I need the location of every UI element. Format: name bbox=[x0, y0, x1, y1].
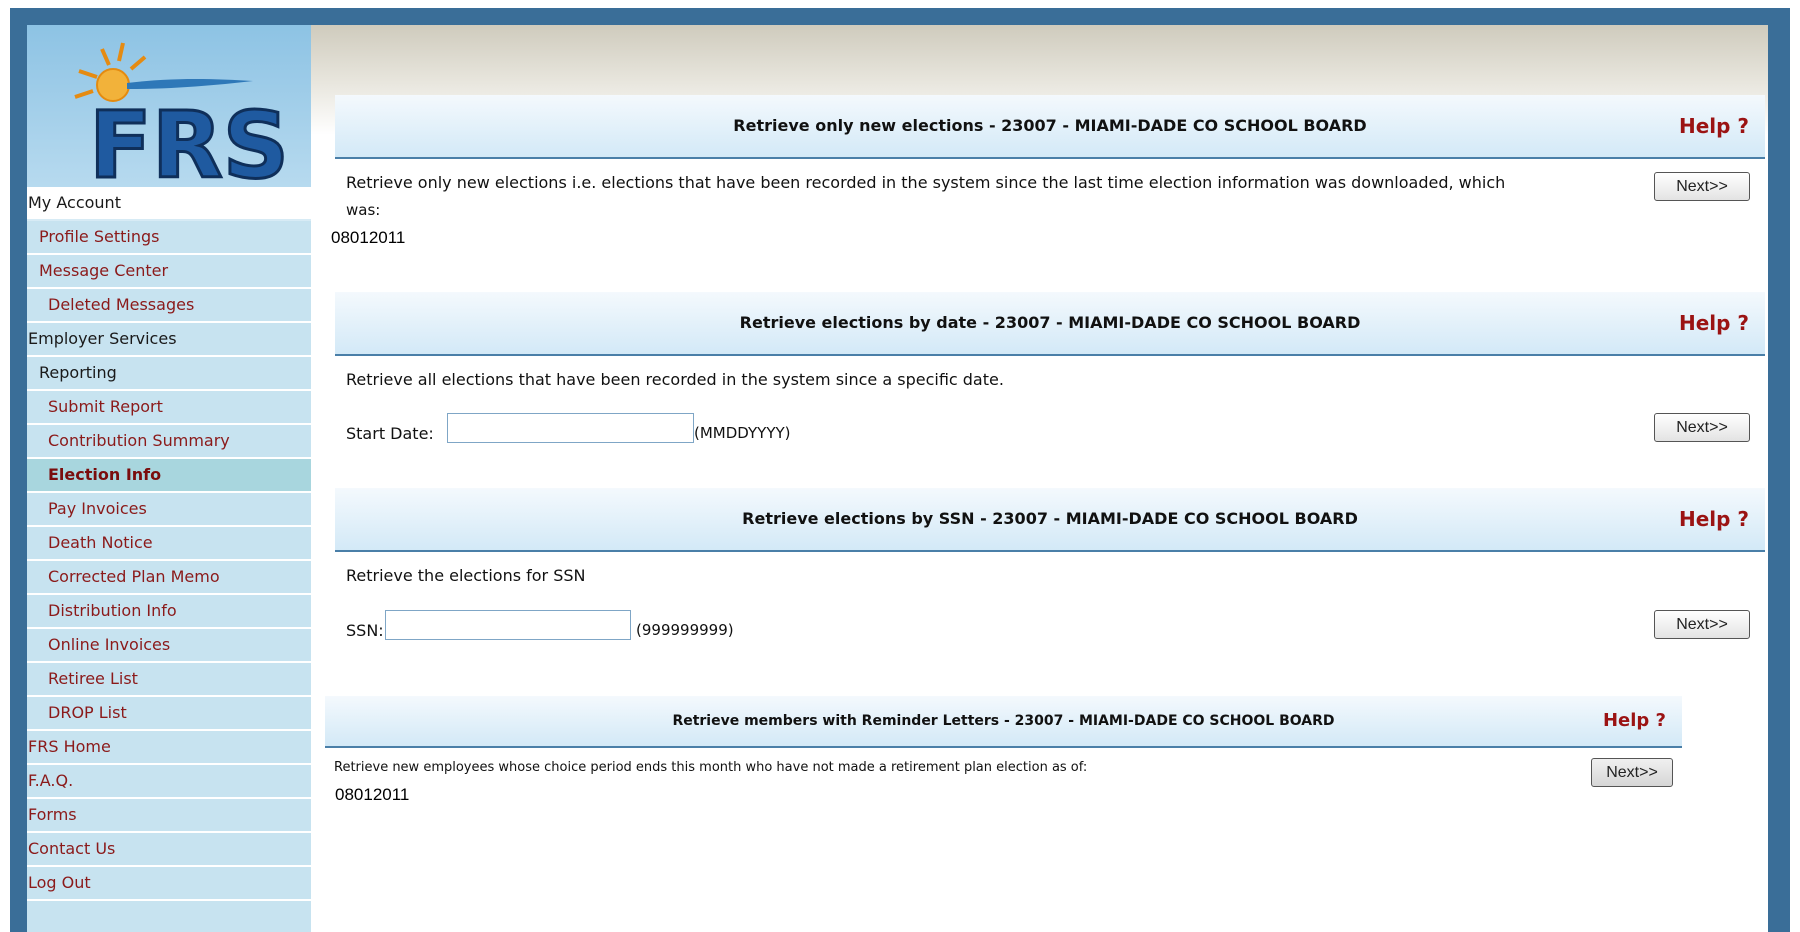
sun-icon: FRS bbox=[74, 42, 290, 187]
sidebar-item-faq[interactable]: F.A.Q. bbox=[27, 765, 311, 799]
last-download-date: 08012011 bbox=[331, 228, 406, 247]
reminder-help-link[interactable]: Help ? bbox=[1603, 696, 1666, 746]
sidebar-item-corrected-plan-memo[interactable]: Corrected Plan Memo bbox=[27, 561, 311, 595]
sidebar-item-death-notice[interactable]: Death Notice bbox=[27, 527, 311, 561]
sidebar-item-pay-invoices[interactable]: Pay Invoices bbox=[27, 493, 311, 527]
sidebar-item-distribution-info[interactable]: Distribution Info bbox=[27, 595, 311, 629]
new-elections-header: Retrieve only new elections - 23007 - MI… bbox=[335, 95, 1765, 159]
reminder-title: Retrieve members with Reminder Letters -… bbox=[672, 713, 1335, 729]
logo-text: FRS bbox=[89, 92, 289, 187]
sidebar-item-employer-services[interactable]: Employer Services bbox=[27, 323, 311, 357]
ssn-input[interactable] bbox=[385, 610, 631, 640]
by-date-help-link[interactable]: Help ? bbox=[1679, 292, 1749, 354]
sidebar-nav: My Account Profile Settings Message Cent… bbox=[27, 187, 311, 901]
by-date-header: Retrieve elections by date - 23007 - MIA… bbox=[335, 292, 1765, 356]
start-date-input[interactable] bbox=[447, 413, 694, 443]
sidebar-item-frs-home[interactable]: FRS Home bbox=[27, 731, 311, 765]
sidebar-item-contribution-summary[interactable]: Contribution Summary bbox=[27, 425, 311, 459]
sidebar-item-election-info[interactable]: Election Info bbox=[27, 459, 311, 493]
by-ssn-next-button[interactable]: Next>> bbox=[1654, 610, 1750, 639]
reminder-description: Retrieve new employees whose choice peri… bbox=[334, 760, 1088, 775]
by-date-description: Retrieve all elections that have been re… bbox=[346, 370, 1004, 389]
new-elections-next-button[interactable]: Next>> bbox=[1654, 172, 1750, 201]
sidebar-item-reporting[interactable]: Reporting bbox=[27, 357, 311, 391]
sidebar: FRS My Account Profile Settings Message … bbox=[27, 25, 312, 932]
by-date-title: Retrieve elections by date - 23007 - MIA… bbox=[739, 313, 1361, 332]
sidebar-item-contact-us[interactable]: Contact Us bbox=[27, 833, 311, 867]
new-elections-help-link[interactable]: Help ? bbox=[1679, 95, 1749, 157]
by-ssn-header: Retrieve elections by SSN - 23007 - MIAM… bbox=[335, 488, 1765, 552]
sidebar-item-retiree-list[interactable]: Retiree List bbox=[27, 663, 311, 697]
sidebar-item-submit-report[interactable]: Submit Report bbox=[27, 391, 311, 425]
sidebar-item-drop-list[interactable]: DROP List bbox=[27, 697, 311, 731]
by-ssn-description: Retrieve the elections for SSN bbox=[346, 566, 586, 585]
start-date-format-hint: (MMDDYYYY) bbox=[694, 424, 791, 442]
main-content: Retrieve only new elections - 23007 - MI… bbox=[311, 25, 1768, 932]
new-elections-description-cont: was: bbox=[346, 201, 381, 219]
frs-logo[interactable]: FRS bbox=[27, 25, 311, 187]
reminder-as-of-date: 08012011 bbox=[335, 785, 410, 804]
by-ssn-help-link[interactable]: Help ? bbox=[1679, 488, 1749, 550]
sidebar-item-profile-settings[interactable]: Profile Settings bbox=[27, 221, 311, 255]
new-elections-description: Retrieve only new elections i.e. electio… bbox=[346, 173, 1506, 192]
sidebar-item-deleted-messages[interactable]: Deleted Messages bbox=[27, 289, 311, 323]
sidebar-item-my-account[interactable]: My Account bbox=[27, 187, 311, 221]
reminder-next-button[interactable]: Next>> bbox=[1591, 758, 1673, 787]
new-elections-title: Retrieve only new elections - 23007 - MI… bbox=[733, 116, 1367, 135]
by-date-next-button[interactable]: Next>> bbox=[1654, 413, 1750, 442]
sidebar-item-log-out[interactable]: Log Out bbox=[27, 867, 311, 901]
start-date-label: Start Date: bbox=[346, 424, 434, 443]
sidebar-item-message-center[interactable]: Message Center bbox=[27, 255, 311, 289]
by-ssn-title: Retrieve elections by SSN - 23007 - MIAM… bbox=[742, 509, 1358, 528]
sidebar-item-forms[interactable]: Forms bbox=[27, 799, 311, 833]
reminder-header: Retrieve members with Reminder Letters -… bbox=[325, 696, 1682, 748]
ssn-label: SSN: bbox=[346, 621, 384, 640]
ssn-format-hint: (999999999) bbox=[636, 621, 734, 639]
sidebar-item-online-invoices[interactable]: Online Invoices bbox=[27, 629, 311, 663]
